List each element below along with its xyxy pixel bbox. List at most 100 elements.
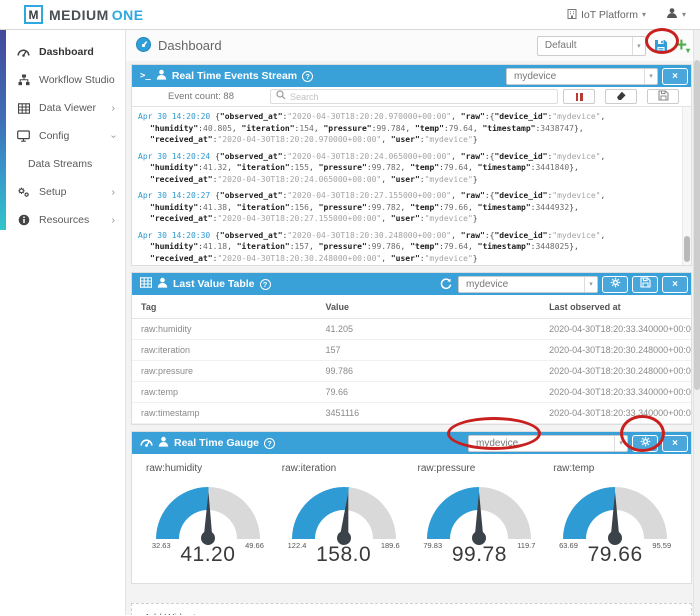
gauge-max-label: 95.59 [652, 541, 672, 550]
pause-stream-button[interactable] [563, 89, 595, 104]
events-toolbar: Event count: 88 [132, 87, 691, 107]
add-dashboard-button[interactable]: + ▾ [676, 36, 690, 55]
events-search-box [270, 89, 558, 104]
sidebar-item-resources[interactable]: Resources › [0, 206, 125, 234]
gauge-raw-humidity: raw:humidity 32.63 49.66 41.20 [140, 459, 276, 583]
gauge-settings-button[interactable] [632, 434, 658, 452]
gauge-max-label: 119.7 [517, 541, 536, 550]
gauge-device-select[interactable]: mydevice ▾ [468, 434, 628, 452]
value-cell: 99.786 [316, 360, 541, 382]
sidebar-item-label: Config [39, 130, 70, 142]
chevron-right-icon: › [111, 102, 115, 114]
last-observed-cell: 2020-04-30T18:20:33.340000+00:00 [540, 318, 691, 340]
gauge-min-label: 122.4 [287, 541, 307, 550]
last-observed-cell: 2020-04-30T18:20:30.248000+00:00 [540, 339, 691, 361]
person-icon [158, 436, 169, 450]
tag-cell: raw:iteration [132, 339, 317, 361]
gauge-icon [140, 436, 153, 451]
sidebar-item-dashboard[interactable]: Dashboard [0, 38, 125, 66]
table-settings-button[interactable] [602, 275, 628, 293]
save-dashboard-button[interactable] [653, 38, 669, 54]
event-log-entry: Apr 30 14:20:27 {"observed_at":"2020-04-… [138, 191, 606, 223]
table-panel-title: Last Value Table [173, 278, 255, 290]
events-log[interactable]: Apr 30 14:20:20 {"observed_at":"2020-04-… [132, 107, 691, 265]
page-header: Dashboard Default ▾ + ▾ [126, 30, 700, 61]
gauge-raw-temp: raw:temp 63.69 95.59 79.66 [547, 459, 683, 583]
table-icon [139, 277, 153, 291]
events-scrollbar-thumb[interactable] [684, 236, 690, 262]
gauge-close-button[interactable]: × [662, 434, 688, 452]
events-close-button[interactable]: × [662, 67, 688, 85]
dashboard-gauge-icon [136, 36, 151, 55]
tag-cell: raw:pressure [132, 360, 317, 382]
tag-cell: raw:timestamp [132, 402, 317, 424]
column-header: Tag [132, 295, 317, 319]
chevron-right-icon: › [111, 214, 115, 226]
pause-icon [580, 92, 583, 101]
events-device-select[interactable]: mydevice ▾ [506, 67, 658, 85]
gauge-needle-icon [608, 490, 623, 546]
chevron-down-icon: ▾ [644, 68, 657, 84]
dashboard-select-value: Default [544, 40, 577, 51]
gauge-panel-title: Real Time Gauge [174, 437, 260, 449]
dashboard-select[interactable]: Default ▾ [536, 35, 646, 56]
table-row: raw:timestamp 3451116 2020-04-30T18:20:33.… [132, 402, 691, 424]
gauge-min-label: 63.69 [559, 541, 578, 550]
help-icon[interactable]: ? [302, 70, 314, 82]
event-count: Event count: 88 [167, 91, 235, 102]
refresh-icon[interactable] [440, 278, 452, 290]
table-export-button[interactable] [632, 275, 658, 293]
table-close-button[interactable]: × [662, 275, 688, 293]
sidebar-item-data-viewer[interactable]: Data Viewer › [0, 94, 125, 122]
gauge-dial: 63.69 95.59 [559, 487, 671, 550]
gauge-icon [17, 46, 30, 58]
gauge-max-label: 49.66 [245, 541, 264, 550]
page-scrollbar-thumb[interactable] [694, 60, 700, 390]
sidebar-item-label: Data Streams [28, 158, 93, 170]
sidebar-item-label: Workflow Studio [39, 74, 115, 86]
medium-one-logo[interactable]: M MEDIUM ONE [24, 5, 144, 24]
add-widget-label: Add Widget [144, 613, 196, 615]
last-observed-cell: 2020-04-30T18:20:33.340000+00:00 [540, 402, 691, 424]
tag-cell: raw:temp [132, 381, 317, 403]
table-row: raw:pressure 99.786 2020-04-30T18:20:30.24… [132, 360, 691, 382]
user-menu[interactable]: ▾ [666, 7, 686, 22]
gauge-needle-icon [200, 490, 216, 546]
platform-menu[interactable]: IoT Platform ▾ [567, 8, 646, 22]
person-icon [157, 277, 168, 291]
value-cell: 79.66 [316, 381, 541, 403]
events-stream-panel: >_ Real Time Events Stream ? mydevice ▾ … [131, 64, 692, 266]
main-content: Dashboard Default ▾ + ▾ >_ Real Time Even… [126, 30, 700, 615]
value-cell: 41.205 [316, 318, 541, 340]
gauge-label: raw:pressure [417, 463, 476, 474]
chevron-down-icon: ▾ [681, 10, 686, 19]
terminal-icon: >_ [140, 71, 151, 81]
events-search-input[interactable] [290, 91, 552, 102]
search-icon [276, 90, 286, 103]
copy-icon [657, 89, 669, 104]
clear-stream-button[interactable] [605, 89, 637, 104]
add-widget-button[interactable]: Add Widget [131, 603, 692, 615]
help-icon[interactable]: ? [264, 437, 276, 449]
events-device-select-value: mydevice [514, 70, 557, 82]
gauge-device-select-value: mydevice [476, 437, 519, 449]
page-title: Dashboard [136, 36, 222, 55]
sidebar-item-data-streams[interactable]: Data Streams [0, 150, 125, 178]
last-observed-cell: 2020-04-30T18:20:33.340000+00:00 [540, 381, 691, 403]
app-window: M MEDIUM ONE IoT Platform ▾ ▾ Dashboard Wo… [0, 0, 700, 616]
table-icon [17, 102, 30, 114]
sidebar-item-workflow-studio[interactable]: Workflow Studio [0, 66, 125, 94]
gauge-min-label: 79.83 [423, 541, 443, 550]
sitemap-icon [17, 74, 30, 86]
export-stream-button[interactable] [647, 89, 679, 104]
table-device-select[interactable]: mydevice ▾ [458, 275, 598, 293]
eraser-icon [615, 89, 627, 104]
tag-cell: raw:humidity [132, 318, 317, 340]
sidebar-nav: Dashboard Workflow Studio Data Viewer › Conf… [0, 30, 125, 234]
help-icon[interactable]: ? [259, 278, 271, 290]
sidebar-item-label: Resources [39, 214, 90, 226]
value-cell: 157 [316, 339, 541, 361]
sidebar-item-config[interactable]: Config › [0, 122, 125, 150]
gauge-dial: 122.4 189.6 [288, 487, 400, 550]
sidebar-item-setup[interactable]: Setup › [0, 178, 125, 206]
